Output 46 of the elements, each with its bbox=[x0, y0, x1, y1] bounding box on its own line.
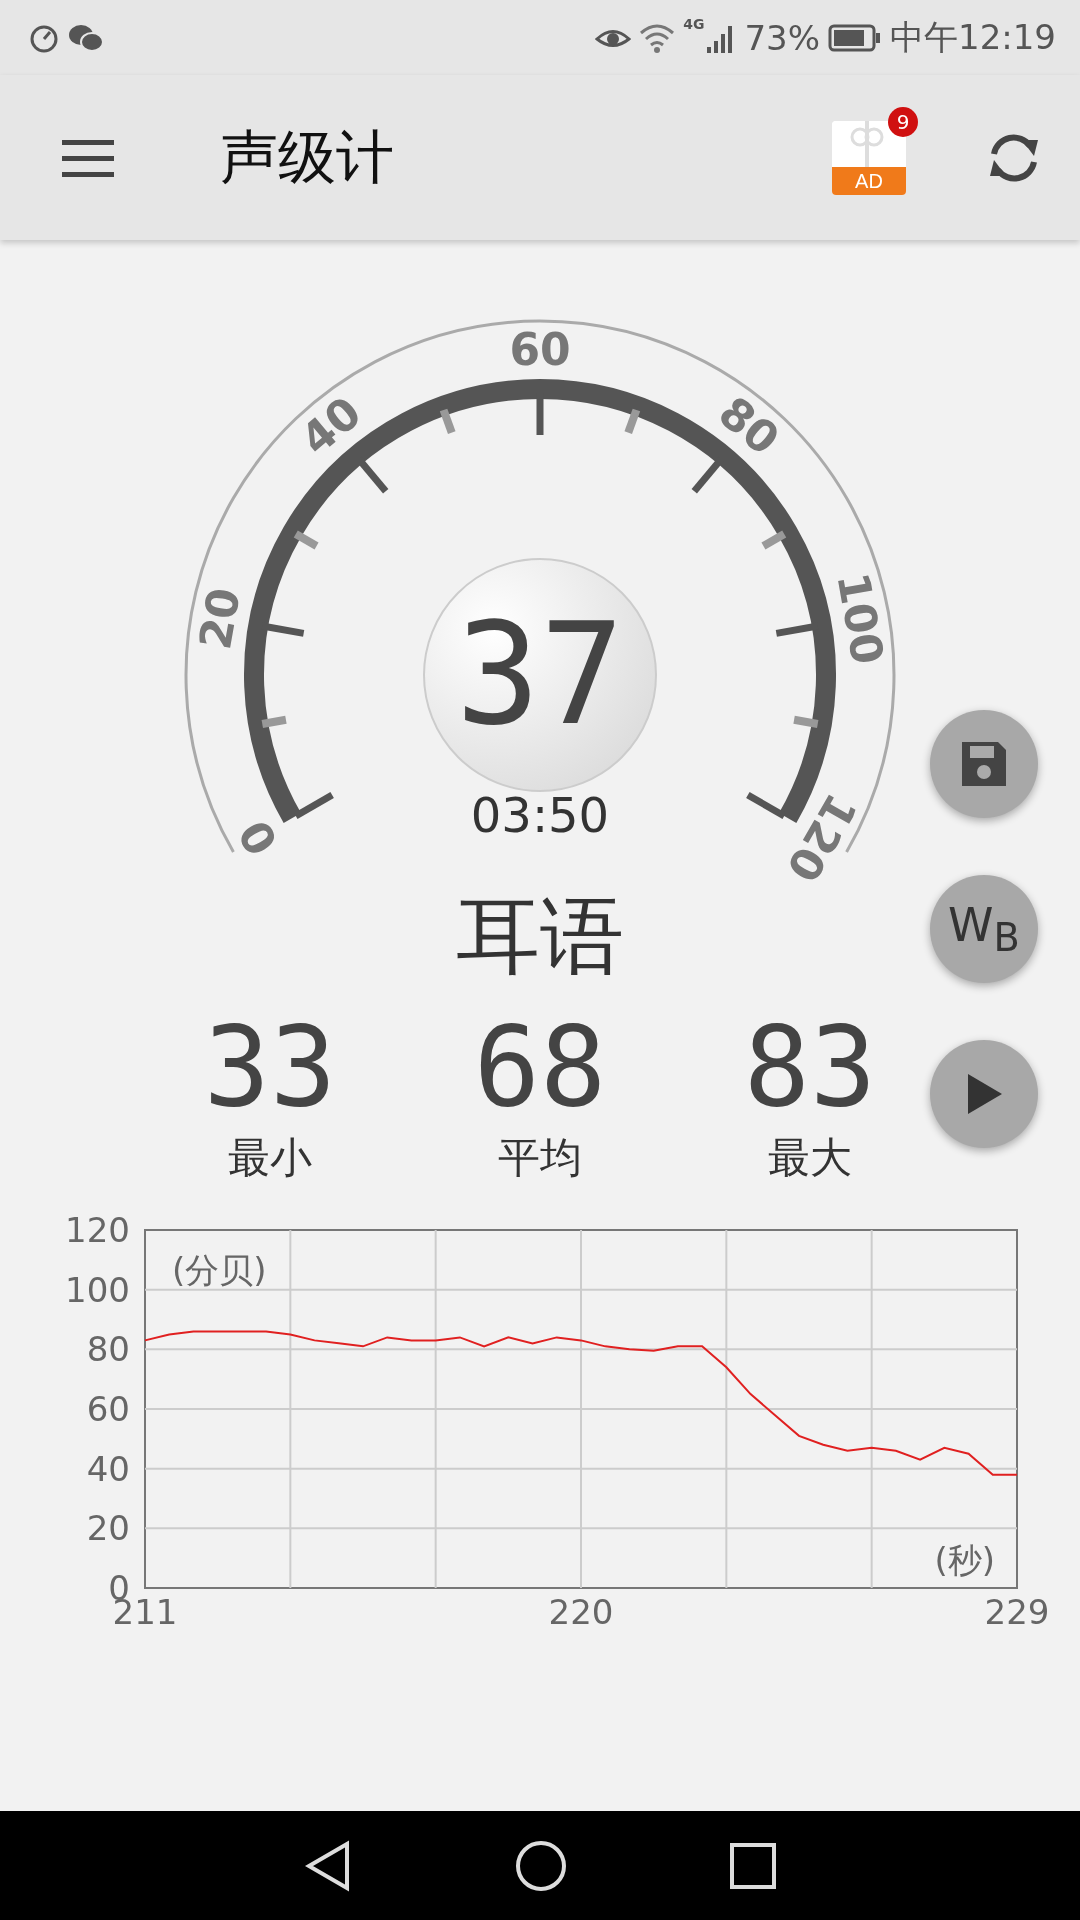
clock: 中午12:19 bbox=[890, 15, 1056, 59]
scale-label: 60 bbox=[509, 324, 571, 375]
scale-label: 20 bbox=[189, 583, 250, 654]
y-tick-label: 40 bbox=[86, 1449, 130, 1490]
x-axis-unit: (秒) bbox=[934, 1540, 995, 1581]
play-button[interactable] bbox=[930, 1040, 1038, 1148]
stat-label: 最大 bbox=[768, 1132, 852, 1185]
stat-label: 平均 bbox=[498, 1132, 582, 1185]
gauge-tick bbox=[294, 791, 334, 820]
gauge-tick bbox=[439, 408, 456, 434]
battery-icon bbox=[828, 23, 882, 52]
gauge-tick bbox=[746, 791, 786, 820]
scale-label: 80 bbox=[709, 386, 790, 465]
noise-description: 耳语 bbox=[456, 890, 624, 983]
weighting-button[interactable]: W$_{B}$ bbox=[930, 875, 1038, 983]
gauge-tick bbox=[793, 715, 819, 728]
app-title: 声级计 bbox=[220, 121, 394, 193]
ad-label: AD bbox=[832, 166, 906, 195]
y-tick-label: 20 bbox=[86, 1508, 130, 1549]
x-tick-label: 220 bbox=[548, 1592, 614, 1633]
y-axis-unit: (分贝) bbox=[172, 1250, 267, 1291]
y-tick-label: 120 bbox=[65, 1216, 130, 1251]
gauge-tick bbox=[624, 408, 641, 434]
scale-label: 0 bbox=[228, 811, 288, 864]
wifi-icon bbox=[639, 22, 676, 53]
scale-label: 40 bbox=[290, 386, 371, 465]
current-reading: 37 bbox=[423, 558, 657, 792]
stat-label: 最小 bbox=[228, 1132, 312, 1185]
home-icon bbox=[515, 1839, 567, 1892]
y-tick-label: 60 bbox=[86, 1389, 130, 1430]
gauge-tick bbox=[761, 530, 787, 550]
scale-label: 100 bbox=[827, 568, 894, 669]
x-tick-label: 229 bbox=[984, 1592, 1050, 1633]
save-button[interactable] bbox=[930, 710, 1038, 818]
stat-value: 68 bbox=[473, 1012, 607, 1123]
gauge-tick bbox=[261, 715, 287, 728]
network-type: 4G bbox=[683, 16, 705, 32]
notification-badge: 9 bbox=[888, 106, 918, 137]
gauge-tick bbox=[293, 530, 319, 550]
stat-value: 83 bbox=[743, 1012, 877, 1123]
battery-percent: 73% bbox=[744, 17, 820, 58]
recents-icon bbox=[729, 1841, 777, 1890]
stat-value: 33 bbox=[203, 1012, 337, 1123]
y-tick-label: 80 bbox=[86, 1329, 130, 1370]
y-tick-label: 100 bbox=[65, 1270, 130, 1311]
menu-icon bbox=[62, 137, 114, 178]
